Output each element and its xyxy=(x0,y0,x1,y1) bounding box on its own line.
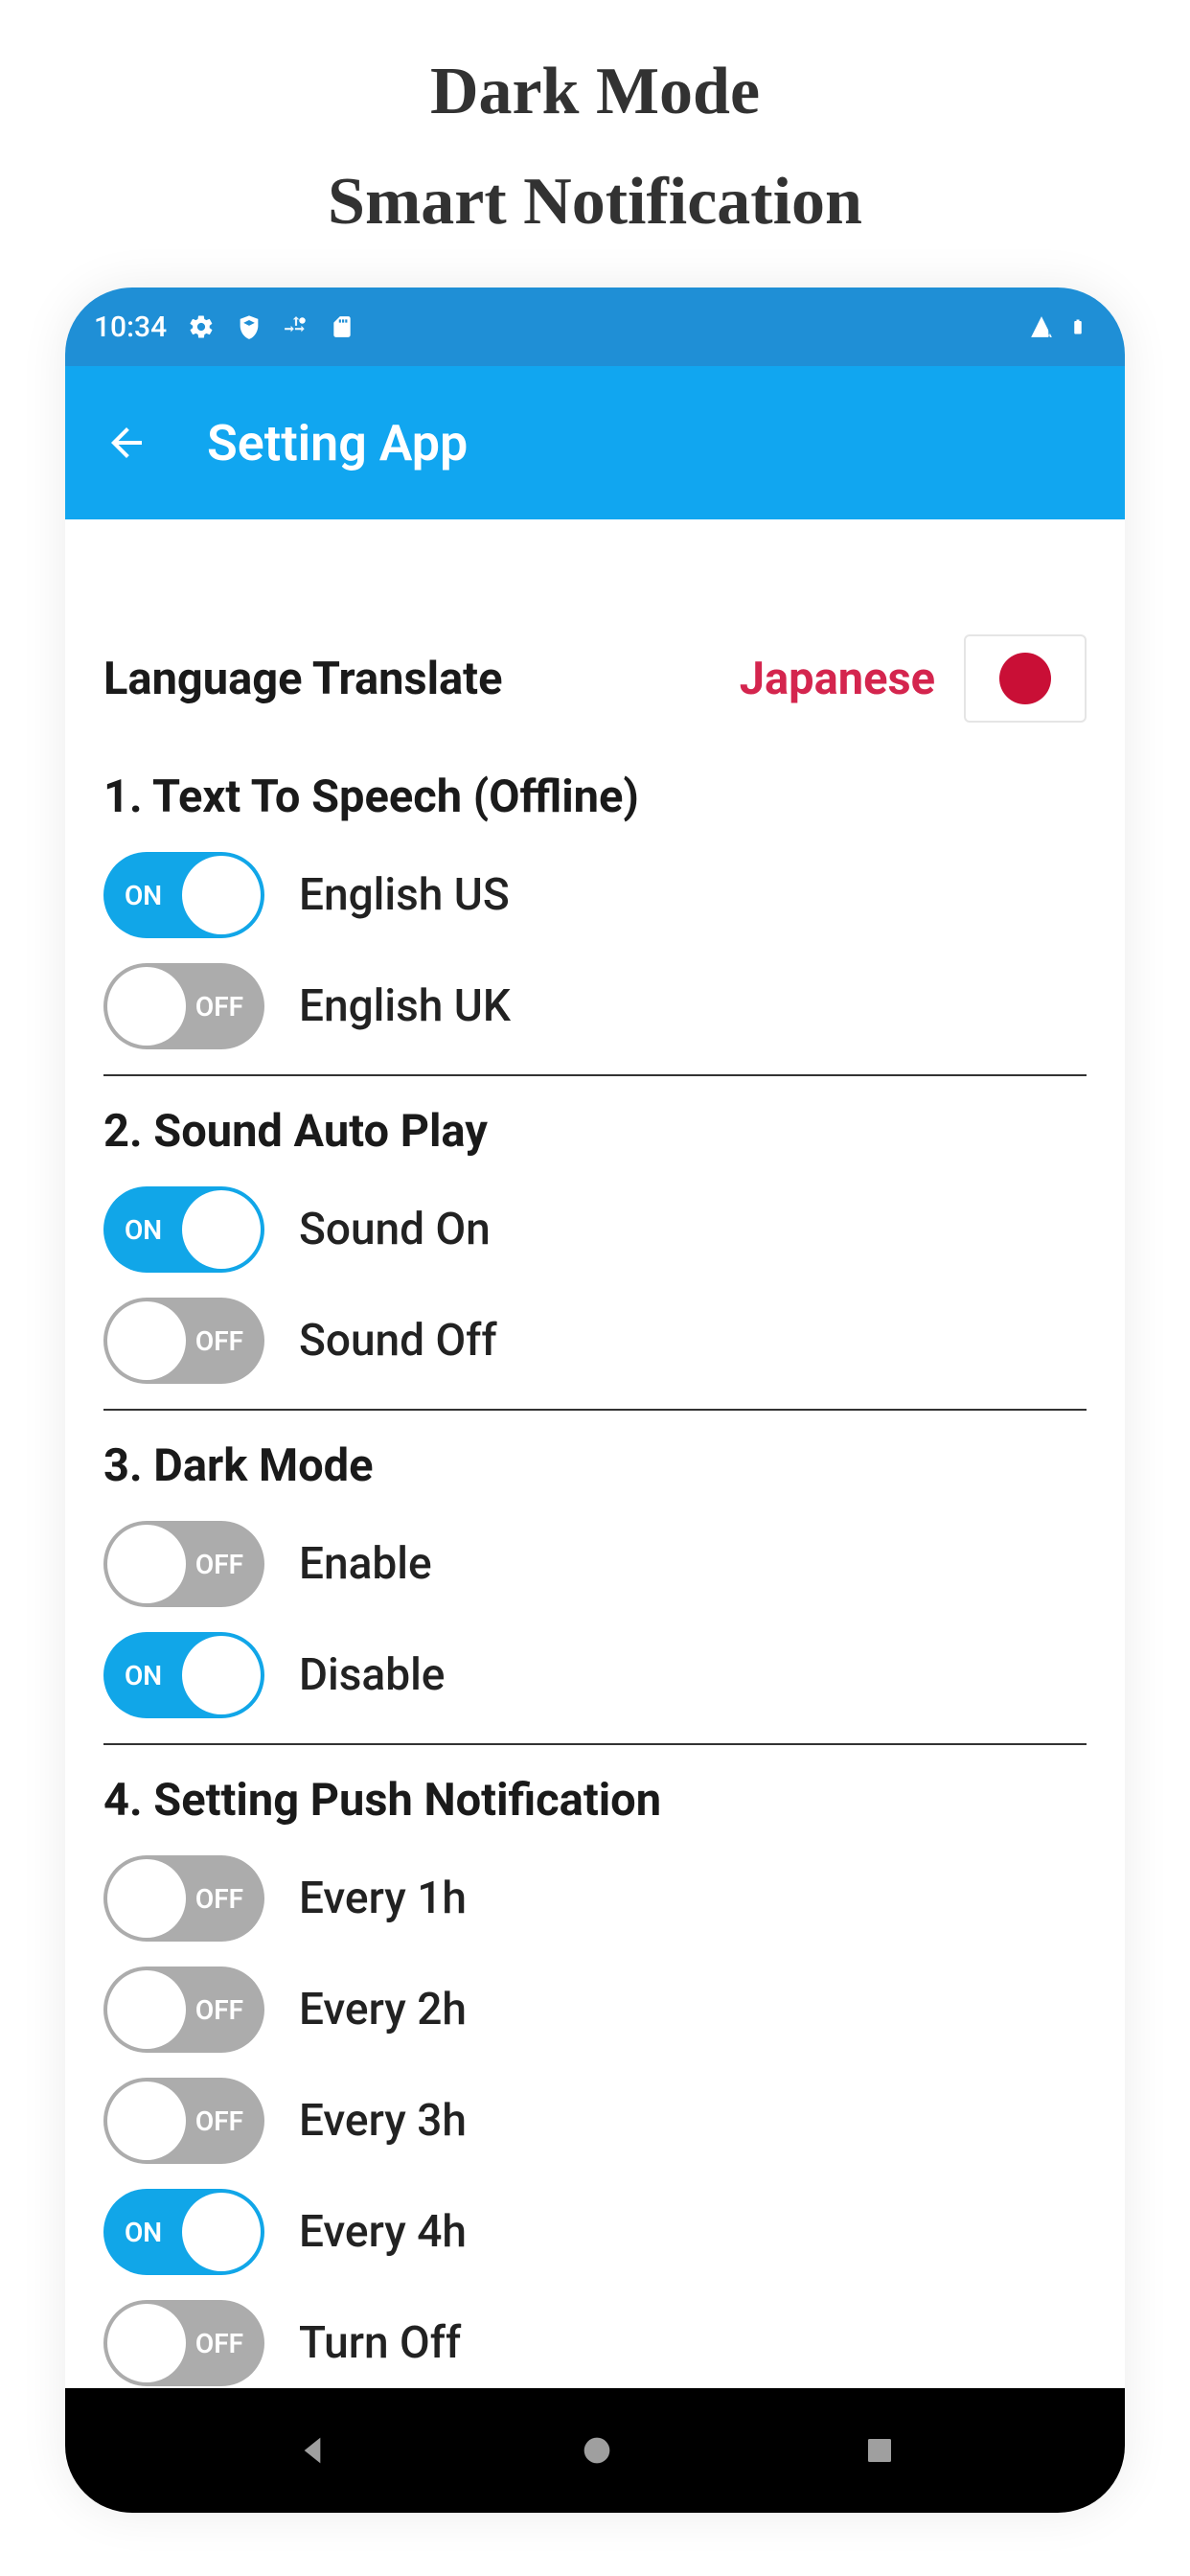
nav-home-button[interactable] xyxy=(578,2431,616,2470)
section-push: 4. Setting Push Notification OFF Every 1… xyxy=(103,1774,1087,2386)
section-push-title: 4. Setting Push Notification xyxy=(103,1774,1087,1827)
toggle-every-2h[interactable]: OFF xyxy=(103,1966,264,2053)
nav-recents-button[interactable] xyxy=(862,2433,897,2468)
app-bar: Setting App xyxy=(65,366,1125,519)
svg-text:!: ! xyxy=(1048,328,1051,339)
toggle-every-4h[interactable]: ON xyxy=(103,2189,264,2275)
label-dark-disable: Disable xyxy=(299,1649,445,1701)
label-sound-on: Sound On xyxy=(299,1204,491,1255)
signal-icon: ! xyxy=(1027,314,1056,339)
language-label: Language Translate xyxy=(103,653,502,705)
android-nav-bar xyxy=(65,2388,1125,2513)
toggle-sound-off[interactable]: OFF xyxy=(103,1298,264,1384)
data-icon xyxy=(284,314,309,339)
toggle-dark-enable[interactable]: OFF xyxy=(103,1521,264,1607)
toggle-every-1h[interactable]: OFF xyxy=(103,1855,264,1942)
section-tts: 1. Text To Speech (Offline) ON English U… xyxy=(103,770,1087,1049)
nav-back-button[interactable] xyxy=(293,2431,332,2470)
japan-flag-icon xyxy=(964,634,1087,723)
status-bar: 10:34 ! xyxy=(65,288,1125,366)
toggle-turn-off[interactable]: OFF xyxy=(103,2300,264,2386)
section-dark: 3. Dark Mode OFF Enable ON Disable xyxy=(103,1439,1087,1718)
label-every-2h: Every 2h xyxy=(299,1984,467,2036)
status-time: 10:34 xyxy=(94,310,167,344)
battery-icon xyxy=(1069,312,1087,341)
toggle-sound-on[interactable]: ON xyxy=(103,1186,264,1273)
section-sound-title: 2. Sound Auto Play xyxy=(103,1105,1087,1158)
toggle-english-us[interactable]: ON xyxy=(103,852,264,938)
shield-icon xyxy=(236,313,263,340)
label-sound-off: Sound Off xyxy=(299,1315,497,1367)
label-every-4h: Every 4h xyxy=(299,2206,467,2258)
page-heading-1: Dark Mode xyxy=(0,0,1190,135)
toggle-every-3h[interactable]: OFF xyxy=(103,2078,264,2164)
language-value: Japanese xyxy=(740,653,935,705)
label-turn-off: Turn Off xyxy=(299,2317,461,2369)
page-heading-2: Smart Notification xyxy=(0,164,1190,241)
label-every-1h: Every 1h xyxy=(299,1873,467,1924)
section-tts-title: 1. Text To Speech (Offline) xyxy=(103,770,1087,823)
label-english-us: English US xyxy=(299,869,510,921)
section-sound: 2. Sound Auto Play ON Sound On OFF Sound… xyxy=(103,1105,1087,1384)
sd-card-icon xyxy=(330,312,355,341)
app-bar-title: Setting App xyxy=(207,414,468,472)
phone-frame: 10:34 ! Setting App xyxy=(65,288,1125,2513)
language-row[interactable]: Language Translate Japanese xyxy=(103,634,1087,723)
back-button[interactable] xyxy=(103,420,149,466)
toggle-english-uk[interactable]: OFF xyxy=(103,963,264,1049)
divider xyxy=(103,1409,1087,1411)
label-dark-enable: Enable xyxy=(299,1538,432,1590)
section-dark-title: 3. Dark Mode xyxy=(103,1439,1087,1492)
divider xyxy=(103,1074,1087,1076)
label-english-uk: English UK xyxy=(299,980,511,1032)
divider xyxy=(103,1743,1087,1745)
gear-icon xyxy=(188,313,215,340)
label-every-3h: Every 3h xyxy=(299,2095,467,2147)
toggle-dark-disable[interactable]: ON xyxy=(103,1632,264,1718)
